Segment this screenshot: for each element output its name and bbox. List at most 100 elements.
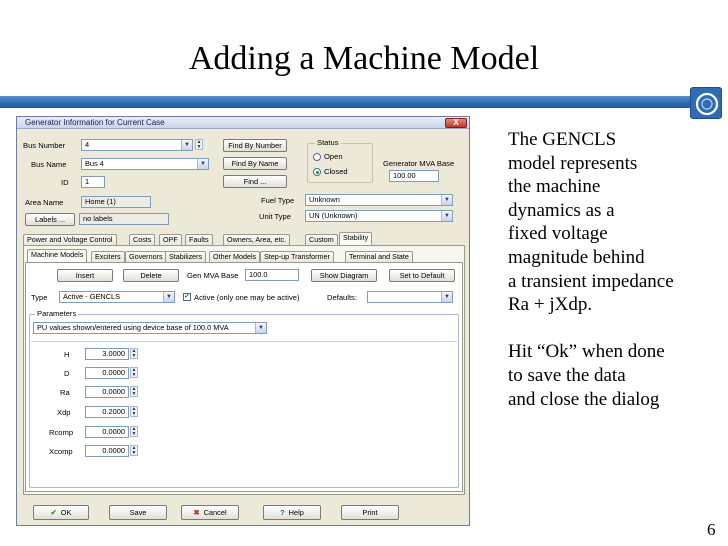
id-field[interactable]: 1 [81,176,105,188]
parameters-label: Parameters [35,309,79,318]
param-label-xdp: Xdp [57,408,71,417]
save-button[interactable]: Save [109,505,167,520]
subtab-machine-models[interactable]: Machine Models [27,249,88,262]
insert-button[interactable]: Insert [57,269,113,282]
bus-number-select[interactable]: 4 ▼ [81,139,193,151]
bus-number-spinner[interactable]: ▲ ▼ [195,139,203,150]
dialog-title: Generator Information for Current Case [25,118,165,127]
find-by-name-button[interactable]: Find By Name [223,157,287,170]
subtab-governors[interactable]: Governors [125,251,167,262]
body-line: the machine [508,176,601,198]
param-label-rcomp: Rcomp [49,428,74,437]
param-label-ra: Ra [60,388,70,397]
print-button[interactable]: Print [341,505,399,520]
tab-power-voltage[interactable]: Power and Voltage Control [23,234,117,245]
fuel-type-select[interactable]: Unknown ▼ [305,194,453,206]
unit-type-label: Unit Type [259,212,291,221]
fuel-type-label: Fuel Type [261,196,295,205]
show-diagram-button[interactable]: Show Diagram [311,269,377,282]
param-label-xcomp: Xcomp [49,447,73,456]
subtab-stabilizers[interactable]: Stabilizers [165,251,207,262]
close-button[interactable]: X [445,118,467,128]
ok-button-label: OK [60,508,72,517]
bus-name-select[interactable]: Bus 4 ▼ [81,158,209,170]
tab-costs[interactable]: Costs [129,234,156,245]
subtab-stepup-transformer[interactable]: Step-up Transformer [260,251,334,262]
checkmark-icon: ✔ [50,508,57,517]
status-label: Status [315,138,341,147]
type-select[interactable]: Active - GENCLS ▼ [59,291,175,303]
find-button[interactable]: Find ... [223,175,287,188]
bus-name-label: Bus Name [31,160,67,169]
param-spinner-xcomp[interactable]: ▲ ▼ [130,445,138,456]
body-line: dynamics as a [508,199,615,221]
delete-button[interactable]: Delete [123,269,179,282]
mva-base-label: Generator MVA Base [383,159,455,168]
find-by-number-button[interactable]: Find By Number [223,139,287,152]
set-default-button[interactable]: Set to Default [389,269,455,282]
subtab-exciters[interactable]: Exciters [91,251,125,262]
pu-values-select[interactable]: PU values shown/entered using device bas… [33,322,267,334]
param-field-ra[interactable]: 0.0000 [85,386,129,398]
ok-button[interactable]: ✔ OK [33,505,89,520]
type-label: Type [31,293,48,302]
defaults-select[interactable]: ▼ [367,291,453,303]
bus-name-value: Bus 4 [85,159,104,168]
subtab-terminal-state[interactable]: Terminal and State [345,251,413,262]
status-open-radio[interactable] [313,153,321,161]
param-spinner-ra[interactable]: ▲ ▼ [130,386,138,397]
generator-dialog: Generator Information for Current Case X… [16,116,470,526]
page-number: 6 [707,520,716,539]
active-checkbox-label: Active (only one may be active) [194,293,300,302]
tab-stability[interactable]: Stability [339,232,373,245]
defaults-label: Defaults: [327,293,357,302]
labels-button[interactable]: Labels ... [25,213,75,226]
cancel-button[interactable]: ✖ Cancel [181,505,239,520]
param-field-d[interactable]: 0.0000 [85,367,129,379]
param-spinner-rcomp[interactable]: ▲ ▼ [130,426,138,437]
labels-field: no labels [79,213,169,225]
param-spinner-xdp[interactable]: ▲ ▼ [130,406,138,417]
logo-icon [690,87,722,119]
slide-body-text: The GENCLS model represents the machine … [508,128,674,411]
bus-number-label: Bus Number [23,141,66,150]
chevron-down-icon[interactable]: ▼ [181,140,192,150]
mva-base-field[interactable]: 100.00 [389,170,439,182]
chevron-down-icon[interactable]: ▼ [441,195,452,205]
chevron-down-icon[interactable]: ▼ [441,211,452,221]
status-group [307,143,373,183]
pu-values-value: PU values shown/entered using device bas… [37,323,229,332]
body-line: to save the data [508,364,626,386]
chevron-down-icon[interactable]: ▼ [163,292,174,302]
body-line: model represents [508,152,638,174]
chevron-down-icon[interactable]: ▼ [197,159,208,169]
param-field-xdp[interactable]: 0.2000 [85,406,129,418]
body-line: a transient impedance [508,270,674,292]
gen-mva-base-field[interactable]: 100.0 [245,269,299,281]
subtab-other-models[interactable]: Other Models [209,251,261,262]
chevron-down-icon[interactable]: ▼ [255,323,266,333]
param-field-h[interactable]: 3.0000 [85,348,129,360]
chevron-down-icon[interactable]: ▼ [441,292,452,302]
parameters-divider [31,341,457,342]
status-closed-radio[interactable] [313,168,321,176]
tab-opf[interactable]: OPF [159,234,182,245]
tab-custom[interactable]: Custom [305,234,338,245]
tab-faults[interactable]: Faults [185,234,213,245]
unit-type-select[interactable]: UN (Unknown) ▼ [305,210,453,222]
active-checkbox[interactable]: ✓ [183,293,191,301]
tab-owners-area[interactable]: Owners, Area, etc. [223,234,291,245]
body-line: fixed voltage [508,223,608,245]
unit-type-value: UN (Unknown) [309,211,358,220]
param-label-d: D [64,369,70,378]
param-spinner-d[interactable]: ▲ ▼ [130,367,138,378]
dialog-titlebar: Generator Information for Current Case X [17,117,469,129]
param-field-xcomp[interactable]: 0.0000 [85,445,129,457]
title-rule [0,96,690,108]
help-button[interactable]: ? Help [263,505,321,520]
param-spinner-h[interactable]: ▲ ▼ [130,348,138,359]
type-value: Active - GENCLS [63,292,121,301]
body-line: The GENCLS [508,129,617,150]
body-line: Ra + jXdp. [508,294,593,316]
param-field-rcomp[interactable]: 0.0000 [85,426,129,438]
